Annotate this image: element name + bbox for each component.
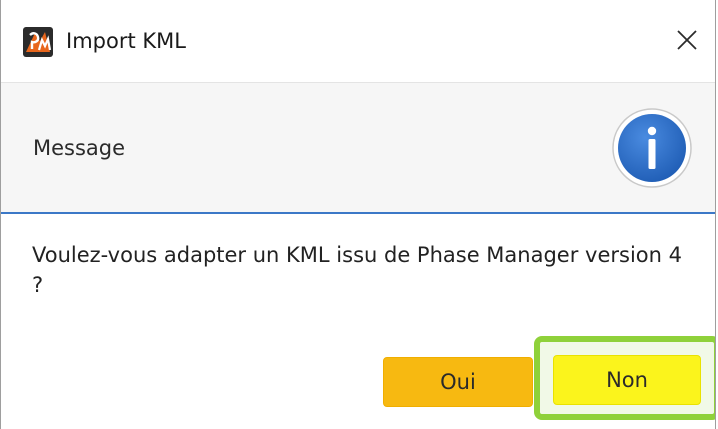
- window-title: Import KML: [66, 29, 186, 53]
- message-text: Voulez-vous adapter un KML issu de Phase…: [32, 243, 682, 297]
- message-header-label: Message: [33, 136, 126, 160]
- import-kml-dialog: Import KML Message Voulez-vous adapter u…: [0, 0, 716, 429]
- info-icon: [611, 107, 693, 189]
- title-bar[interactable]: Import KML: [1, 0, 715, 82]
- no-button[interactable]: Non: [553, 355, 701, 405]
- close-icon: [677, 30, 697, 50]
- phase-manager-app-icon: [23, 27, 53, 57]
- close-button[interactable]: [659, 12, 715, 68]
- message-header-band: Message: [1, 82, 715, 212]
- header-separator: [1, 212, 715, 214]
- yes-button[interactable]: Oui: [383, 357, 533, 407]
